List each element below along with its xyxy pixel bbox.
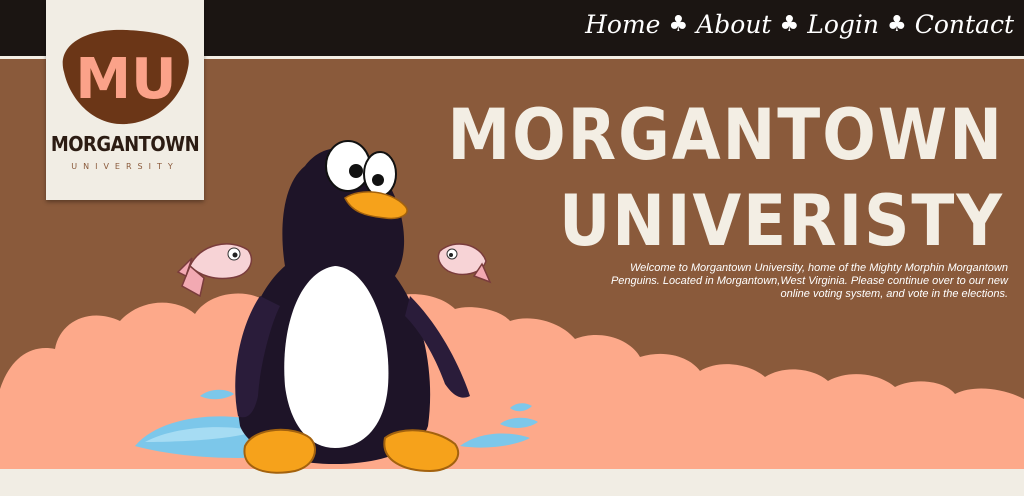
logo-card[interactable]: MU MORGANTOWN UNIVERSITY: [46, 0, 204, 200]
main-nav: Home ♣ About ♣ Login ♣ Contact: [585, 10, 1014, 39]
hero-title-line2: UNIVERISTY: [559, 180, 1004, 262]
fish-left-icon: [176, 243, 253, 298]
club-separator-icon: ♣: [668, 12, 689, 37]
club-separator-icon: ♣: [779, 12, 800, 37]
club-separator-icon: ♣: [886, 12, 907, 37]
logo-mark-text: MU: [75, 47, 176, 112]
university-logo-mark: MU: [62, 29, 189, 125]
nav-contact-link[interactable]: Contact: [915, 10, 1014, 39]
hero-description: Welcome to Morgantown University, home o…: [610, 262, 1008, 300]
nav-login-link[interactable]: Login: [807, 10, 879, 39]
nav-home-link[interactable]: Home: [585, 10, 660, 39]
hero-title: MORGANTOWN UNIVERISTY: [447, 92, 1004, 264]
hero-title-line1: MORGANTOWN: [447, 94, 1004, 176]
logo-subtitle: UNIVERSITY: [71, 162, 179, 171]
logo-name: MORGANTOWN: [50, 132, 200, 156]
nav-about-link[interactable]: About: [696, 10, 771, 39]
